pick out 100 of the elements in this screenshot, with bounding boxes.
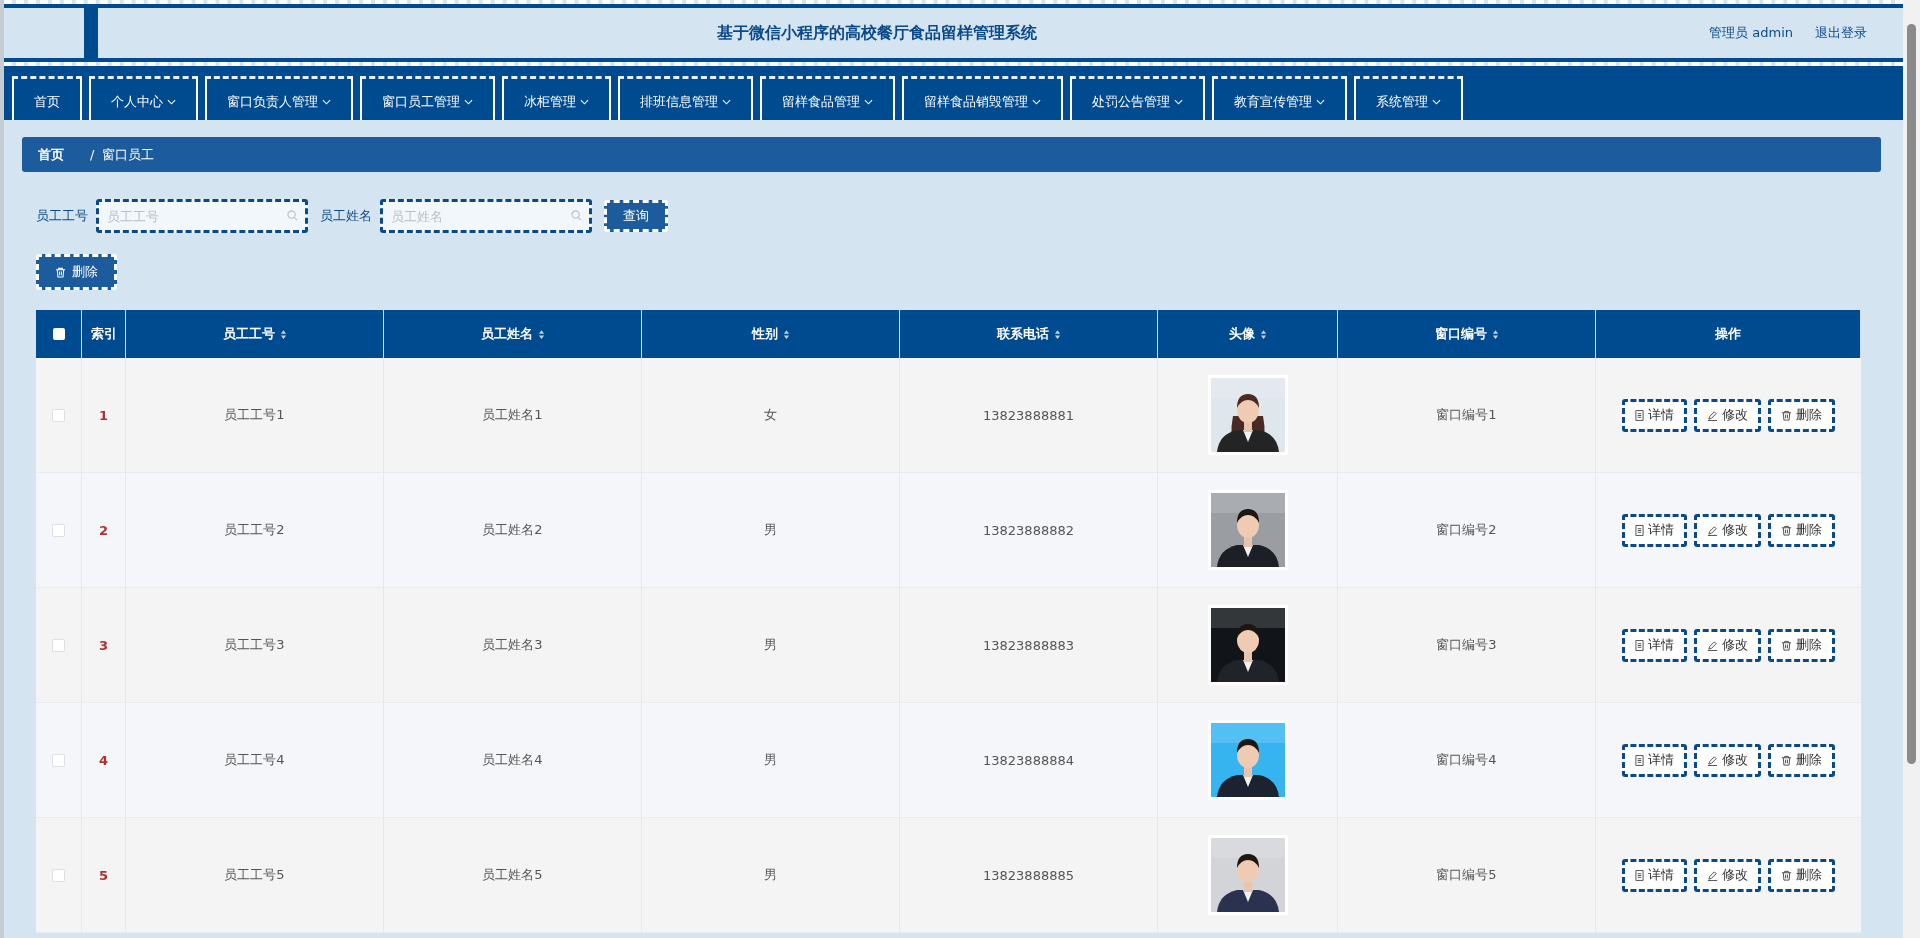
table-cell: 窗口编号3 [1436,636,1497,654]
table-cell: 员工姓名2 [482,521,543,539]
nav-item[interactable]: 留样食品管理 [760,76,895,120]
table-cell: 13823888884 [983,752,1074,768]
sort-icon [1053,328,1061,340]
breadcrumb-current: 窗口员工 [102,145,155,164]
index-cell: 2 [98,522,108,538]
nav-item[interactable]: 系统管理 [1354,76,1463,120]
caret-icon [1174,98,1183,105]
delete-button[interactable]: 删除 [1768,743,1835,777]
trash-icon [55,266,66,278]
field-label: 员工工号 [36,207,88,225]
nav-item[interactable]: 留样食品销毁管理 [902,76,1063,120]
nav-item[interactable]: 处罚公告管理 [1070,76,1205,120]
detail-button[interactable]: 详情 [1622,743,1687,777]
sort-icon [279,328,287,340]
index-cell: 5 [98,867,108,883]
sort-icon [782,328,790,340]
index-cell: 3 [98,637,108,653]
edit-button[interactable]: 修改 [1694,743,1761,777]
edit-button[interactable]: 修改 [1694,513,1761,547]
query-button[interactable]: 查询 [604,200,668,232]
table-cell: 13823888881 [983,407,1074,423]
pencil-icon [1707,409,1718,421]
nav-item[interactable]: 窗口负责人管理 [205,76,353,120]
sort-icon [537,328,545,340]
table-cell: 13823888885 [983,867,1074,883]
row-checkbox[interactable] [52,408,65,422]
delete-button[interactable]: 删除 [36,254,117,290]
table-cell: 员工姓名5 [482,866,543,884]
caret-icon [167,98,176,105]
row-checkbox[interactable] [52,753,65,767]
edit-button[interactable]: 修改 [1694,858,1761,892]
table-cell: 男 [764,636,777,654]
table-cell: 男 [764,521,777,539]
table-cell: 13823888883 [983,637,1074,653]
table-cell: 员工工号2 [224,521,285,539]
trash-icon [1781,754,1792,766]
pencil-icon [1707,869,1718,881]
detail-button[interactable]: 详情 [1622,513,1687,547]
search-icon [287,210,298,221]
nav-item[interactable]: 教育宣传管理 [1212,76,1347,120]
table-cell: 窗口编号1 [1436,406,1497,424]
table-cell: 13823888882 [983,522,1074,538]
row-checkbox[interactable] [52,523,65,537]
nav-item[interactable]: 排班信息管理 [618,76,753,120]
table-cell: 员工姓名4 [482,751,543,769]
delete-button[interactable]: 删除 [1768,628,1835,662]
trash-icon [1781,524,1792,536]
pencil-icon [1707,639,1718,651]
caret-icon [1316,98,1325,105]
breadcrumb-link[interactable]: 首页 [38,145,82,164]
trash-icon [1781,869,1792,881]
table-cell: 窗口编号5 [1436,866,1497,884]
pencil-icon [1707,754,1718,766]
caret-icon [580,98,589,105]
table-cell: 员工工号5 [224,866,285,884]
table-cell: 员工工号1 [224,406,285,424]
caret-icon [464,98,473,105]
nav-item[interactable]: 个人中心 [89,76,198,120]
trash-icon [1781,409,1792,421]
edit-button[interactable]: 修改 [1694,628,1761,662]
detail-button[interactable]: 详情 [1622,398,1687,432]
caret-icon [864,98,873,105]
edit-button[interactable]: 修改 [1694,398,1761,432]
document-icon [1635,639,1644,651]
index-cell: 4 [98,752,108,768]
caret-icon [1432,98,1441,105]
logout-link[interactable]: 退出登录 [1815,24,1867,42]
table-cell: 窗口编号4 [1436,751,1497,769]
table-cell: 员工工号3 [224,636,285,654]
table-cell: 男 [764,866,777,884]
sort-icon [1491,328,1499,340]
pencil-icon [1707,524,1718,536]
delete-button[interactable]: 删除 [1768,858,1835,892]
table-cell: 员工工号4 [224,751,285,769]
document-icon [1635,754,1644,766]
row-checkbox[interactable] [52,868,65,882]
table-cell: 女 [764,406,777,424]
trash-icon [1781,639,1792,651]
nav-item[interactable]: 窗口员工管理 [360,76,495,120]
detail-button[interactable]: 详情 [1622,858,1687,892]
document-icon [1635,409,1644,421]
caret-icon [722,98,731,105]
nav-item[interactable]: 冰柜管理 [502,76,611,120]
system-title: 基于微信小程序的高校餐厅食品留样管理系统 [715,22,1038,44]
index-cell: 1 [98,407,108,423]
caret-icon [322,98,331,105]
nav-item[interactable]: 首页 [12,76,82,120]
breadcrumb-separator: / [90,147,95,162]
row-checkbox[interactable] [52,638,65,652]
field-label: 员工姓名 [320,207,372,225]
table-cell: 男 [764,751,777,769]
detail-button[interactable]: 详情 [1622,628,1687,662]
user-label: 管理员 admin [1709,24,1793,42]
scrollbar[interactable] [1903,0,1920,938]
document-icon [1635,869,1644,881]
delete-button[interactable]: 删除 [1768,398,1835,432]
delete-button[interactable]: 删除 [1768,513,1835,547]
select-all-checkbox[interactable] [52,328,65,340]
